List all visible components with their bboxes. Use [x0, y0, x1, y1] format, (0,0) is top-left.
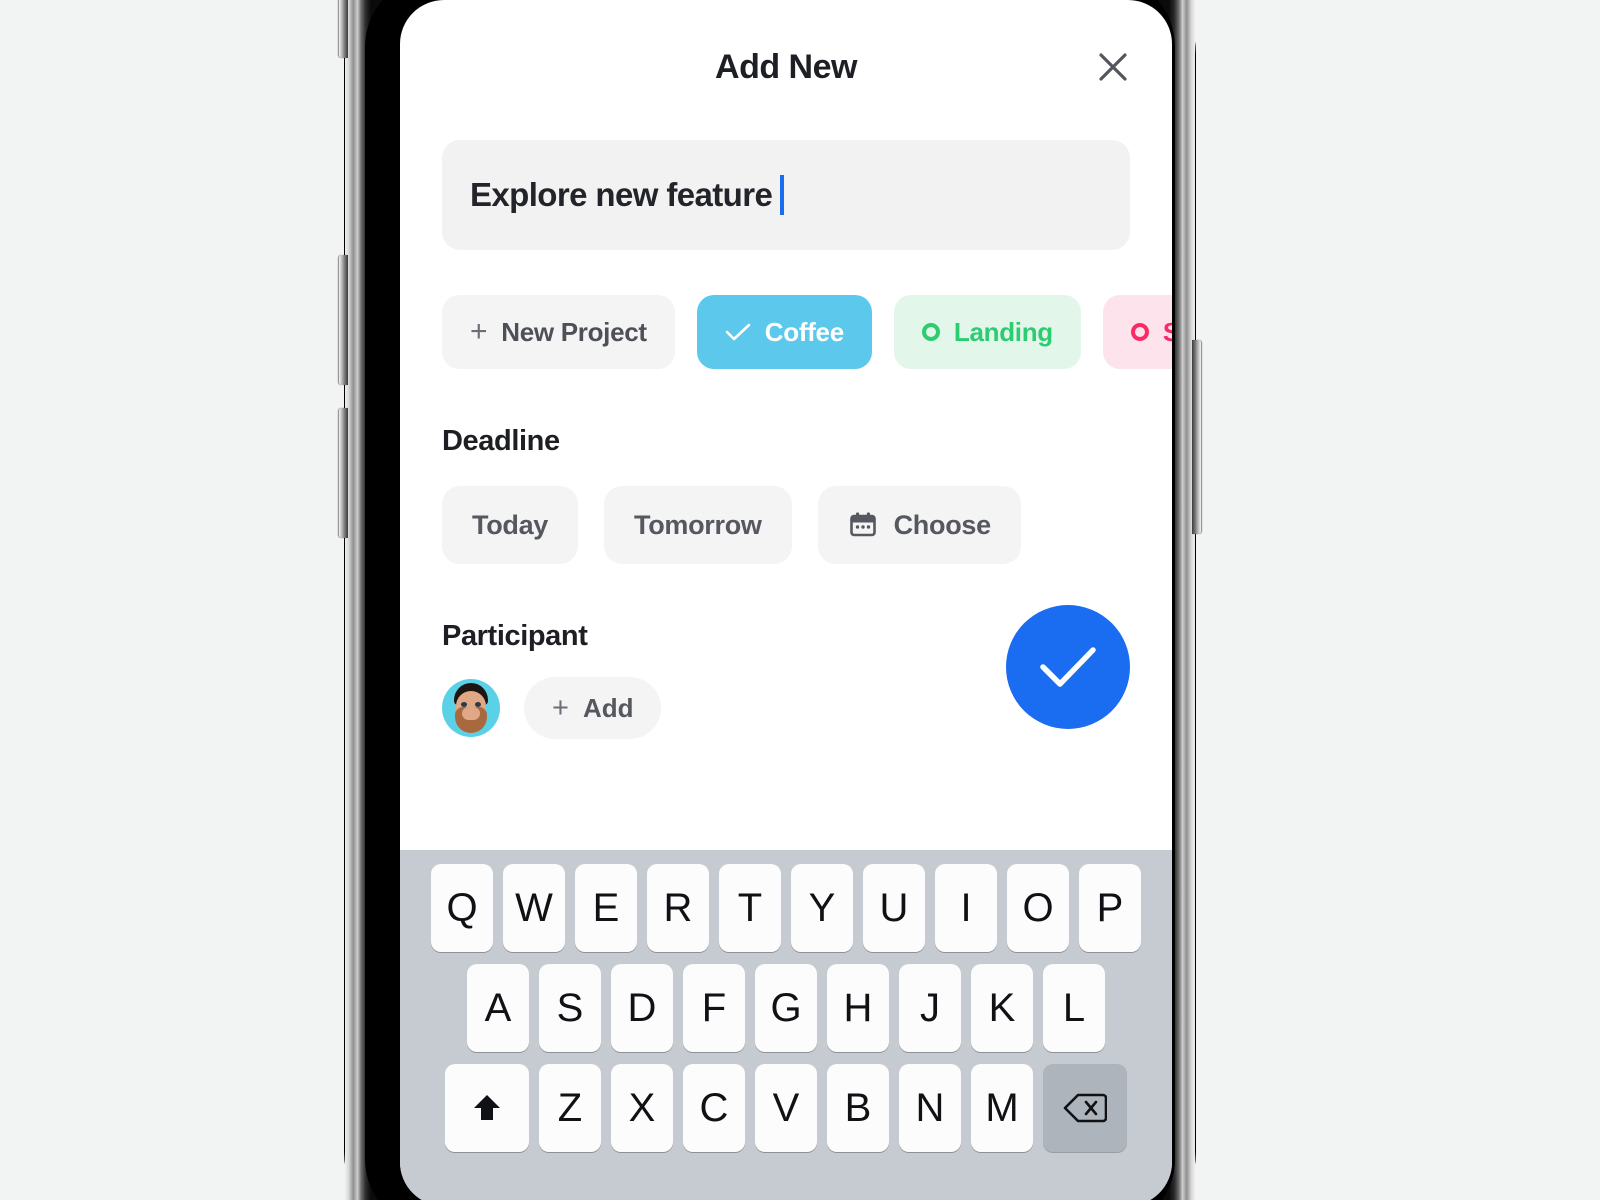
key-c[interactable]: C [683, 1064, 745, 1152]
key-g[interactable]: G [755, 964, 817, 1052]
deadline-option-label: Choose [893, 509, 992, 540]
onscreen-keyboard: Q W E R T Y U I O P A S D F G H J K L Z … [400, 850, 1172, 1200]
deadline-section-label: Deadline [442, 425, 560, 457]
chip-label: New Project [501, 316, 647, 347]
keyboard-row-1: Q W E R T Y U I O P [406, 864, 1166, 952]
chip-label: Coffee [764, 316, 844, 347]
backspace-key[interactable] [1043, 1064, 1127, 1152]
sheet-header: Add New [400, 0, 1172, 140]
avatar-eye [461, 702, 467, 707]
key-q[interactable]: Q [431, 864, 493, 952]
text-caret [780, 175, 785, 215]
key-x[interactable]: X [611, 1064, 673, 1152]
key-p[interactable]: P [1079, 864, 1141, 952]
keyboard-row-3: Z X C V B N M [406, 1064, 1166, 1152]
participant-row: + Add [400, 605, 1172, 739]
chip-sw[interactable]: Sw [1102, 295, 1172, 369]
key-r[interactable]: R [647, 864, 709, 952]
key-e[interactable]: E [575, 864, 637, 952]
keyboard-row-2: A S D F G H J K L [406, 964, 1166, 1052]
circle-icon [1130, 323, 1149, 341]
avatar-eye [475, 702, 481, 707]
key-d[interactable]: D [611, 964, 673, 1052]
chip-landing[interactable]: Landing [893, 295, 1081, 369]
power-button[interactable] [1192, 340, 1201, 534]
chip-label: Landing [953, 316, 1053, 347]
volume-up-button[interactable] [339, 255, 348, 385]
add-participant-button[interactable]: + Add [524, 677, 662, 739]
key-u[interactable]: U [863, 864, 925, 952]
task-input-wrap: Explore new feature [400, 140, 1172, 250]
deadline-tomorrow-button[interactable]: Tomorrow [604, 486, 792, 564]
circle-icon [921, 323, 940, 341]
deadline-options-row: Today Tomorrow Choose [400, 458, 1172, 564]
phone-device: Add New Explore new feature + New Projec… [339, 0, 1201, 1200]
calendar-icon [849, 512, 876, 537]
chip-new-project[interactable]: + New Project [442, 295, 675, 369]
project-chip-row: + New Project Coffee Landing Sw [400, 250, 1172, 369]
key-s[interactable]: S [539, 964, 601, 1052]
shift-key[interactable] [445, 1064, 529, 1152]
key-i[interactable]: I [935, 864, 997, 952]
key-l[interactable]: L [1043, 964, 1105, 1052]
deadline-today-button[interactable]: Today [442, 486, 579, 564]
silent-switch-button[interactable] [339, 0, 348, 58]
add-participant-label: Add [582, 692, 634, 723]
deadline-option-label: Tomorrow [634, 509, 762, 540]
backspace-delete-icon [1063, 1093, 1107, 1123]
close-button[interactable] [1090, 44, 1136, 90]
key-b[interactable]: B [827, 1064, 889, 1152]
check-icon [1040, 647, 1096, 687]
key-k[interactable]: K [971, 964, 1033, 1052]
key-t[interactable]: T [719, 864, 781, 952]
volume-down-button[interactable] [339, 408, 348, 538]
key-v[interactable]: V [755, 1064, 817, 1152]
task-name-input[interactable]: Explore new feature [442, 140, 1130, 250]
deadline-choose-button[interactable]: Choose [817, 486, 1021, 564]
page-title: Add New [715, 48, 857, 86]
phone-screen: Add New Explore new feature + New Projec… [400, 0, 1172, 1200]
key-y[interactable]: Y [791, 864, 853, 952]
chip-coffee[interactable]: Coffee [696, 295, 872, 369]
key-a[interactable]: A [467, 964, 529, 1052]
key-n[interactable]: N [899, 1064, 961, 1152]
shift-up-arrow-icon [474, 1095, 500, 1120]
check-icon [725, 323, 751, 341]
plus-icon: + [470, 315, 488, 348]
key-f[interactable]: F [683, 964, 745, 1052]
key-w[interactable]: W [503, 864, 565, 952]
task-name-value: Explore new feature [470, 176, 773, 213]
key-o[interactable]: O [1007, 864, 1069, 952]
key-j[interactable]: J [899, 964, 961, 1052]
chip-label: Sw [1162, 316, 1172, 347]
key-m[interactable]: M [971, 1064, 1033, 1152]
screenshot-root: Add New Explore new feature + New Projec… [0, 0, 1600, 1200]
confirm-button[interactable] [1006, 605, 1130, 729]
deadline-option-label: Today [472, 509, 549, 540]
key-h[interactable]: H [827, 964, 889, 1052]
plus-icon: + [552, 691, 569, 724]
avatar[interactable] [442, 679, 500, 737]
avatar-mouth [462, 707, 480, 720]
key-z[interactable]: Z [539, 1064, 601, 1152]
close-x-icon [1099, 53, 1127, 81]
